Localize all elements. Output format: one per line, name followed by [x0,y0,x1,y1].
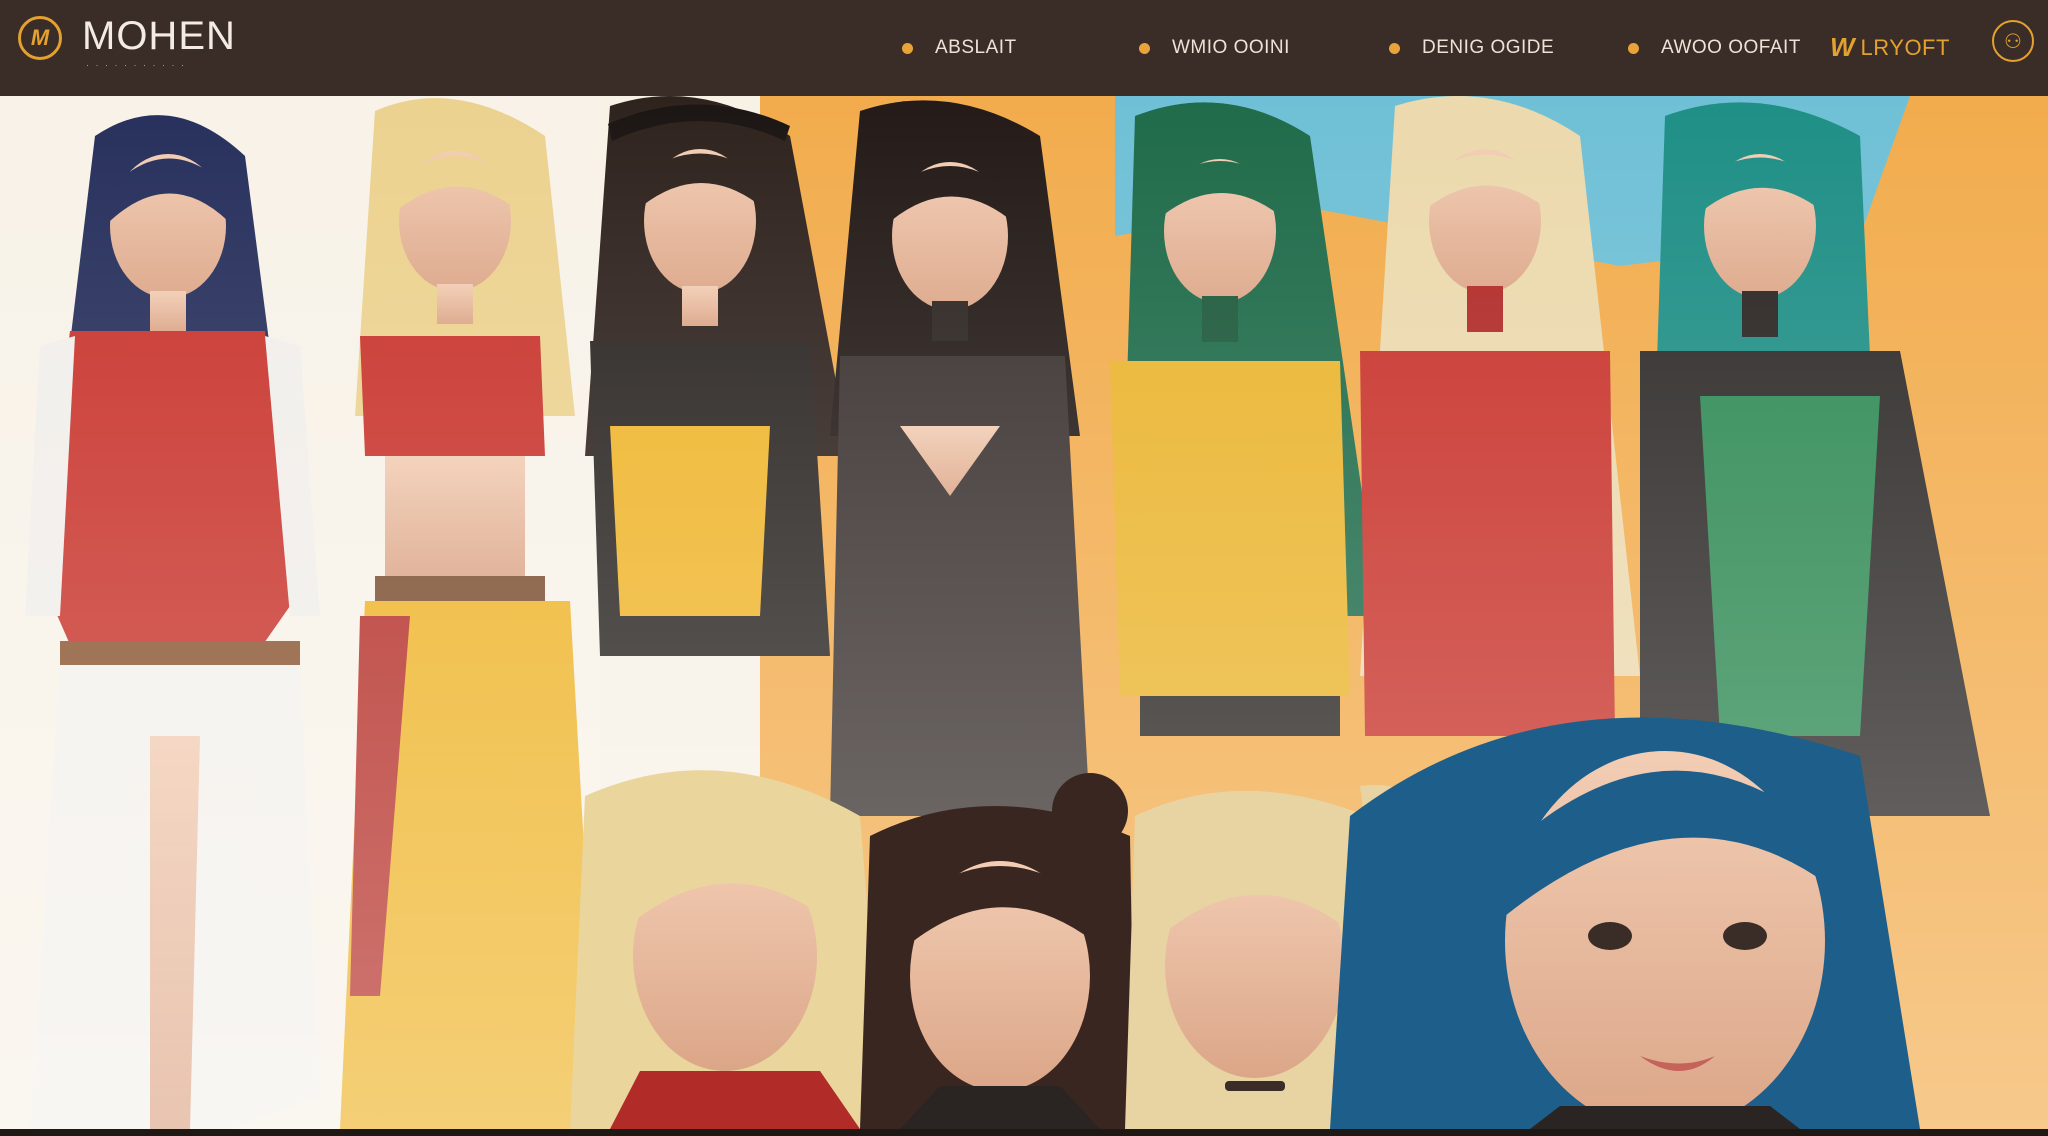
bottom-border [0,1129,2048,1136]
figure-9 [860,773,1135,1129]
nav-item-label: WMIO OOINI [1172,37,1290,58]
logo-wordmark[interactable]: MOHEN [82,14,236,59]
bullet-dot-icon [1389,42,1400,54]
bullet-dot-icon [902,42,913,54]
brand-link-label: LRYOFT [1860,34,1950,60]
character-lineup-illustration [0,96,2048,1129]
w-brand-icon: W [1830,32,1855,62]
bullet-dot-icon [1628,42,1639,54]
nav-item-4[interactable]: AWOO OOFAIT [1628,36,1801,60]
nav-item-1[interactable]: ABSLAIT [902,36,1017,60]
nav-item-label: DENIG OGIDE [1422,37,1555,58]
character-lineup-artwork [0,96,2048,1129]
nav-item-label: ABSLAIT [935,37,1017,58]
brand-link[interactable]: W LRYOFT [1830,32,1950,63]
top-navigation-bar: M MOHEN · · · · · · · · · · · ABSLAIT WM… [0,0,2048,96]
nav-item-2[interactable]: WMIO OOINI [1139,36,1290,60]
figure-11 [1330,717,1920,1129]
nav-item-3[interactable]: DENIG OGIDE [1389,36,1554,60]
nav-item-label: AWOO OOFAIT [1661,37,1801,58]
bullet-dot-icon [1139,42,1150,54]
logo-badge-icon[interactable]: M [18,16,62,60]
logo-tagline: · · · · · · · · · · · [86,60,186,70]
circle-logo-icon[interactable]: ⚇ [1992,20,2034,62]
figure-8 [570,770,885,1129]
